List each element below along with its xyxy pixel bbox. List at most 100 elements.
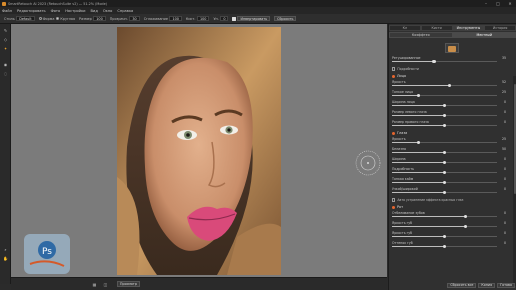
zoom-tool-icon[interactable]: ⌕ [2,246,9,252]
slider-knob[interactable] [442,190,447,195]
slider-track[interactable] [392,140,497,145]
slider-track[interactable] [392,59,497,64]
minimize-icon[interactable]: – [480,0,492,7]
slider-knob[interactable] [416,140,420,145]
grid-view-icon[interactable]: ▦ [91,281,98,287]
slider-track[interactable] [392,214,497,219]
lasso-tool-icon[interactable]: ◌ [2,70,9,76]
slider-value[interactable]: 0 [498,167,506,171]
slider-knob[interactable] [463,214,468,219]
slider-track[interactable] [392,160,497,165]
slider-knob[interactable] [416,93,420,98]
shape-option[interactable]: Форма Круглая [38,17,75,21]
slider-value[interactable]: 52 [498,80,506,84]
scrollbar-thumb[interactable] [513,84,516,194]
slider-knob[interactable] [442,160,447,165]
compare-view-icon[interactable]: ◫ [102,281,109,287]
slider-value[interactable]: 0 [498,187,506,191]
menu-settings[interactable]: Настройки [65,9,85,13]
section-header[interactable]: Лицо [392,73,506,79]
slider-knob[interactable] [442,123,447,128]
preview-button[interactable]: Просмотр [117,281,140,287]
slider-track[interactable] [392,180,497,185]
eraser-tool-icon[interactable]: ◇ [2,36,9,42]
slider-knob[interactable] [448,83,452,88]
invert-option[interactable]: Инвертировать [232,15,271,22]
slider-value[interactable]: 50 [498,147,506,151]
slider-track[interactable] [392,123,497,128]
slider-value[interactable]: 25 [498,90,506,94]
copy-button[interactable]: Копия [478,282,496,288]
slider-knob[interactable] [432,59,436,64]
done-button[interactable]: Готово [497,282,515,288]
size-input[interactable]: 100 [93,16,106,21]
invert-checkbox[interactable] [232,16,237,21]
eye-tool-icon[interactable]: ◉ [2,61,9,67]
slider-value[interactable]: 0 [498,221,506,225]
menu-view[interactable]: Вид [91,9,98,13]
selected-tool-icon[interactable] [445,43,459,53]
option-checkbox[interactable] [392,198,396,202]
style-option[interactable]: Стиль Default [4,16,35,21]
slider-knob[interactable] [442,170,447,175]
tab-tools[interactable]: Инструменты [452,25,485,31]
menu-edit[interactable]: Редактировать [17,9,46,13]
lev-input[interactable]: 0 [220,16,229,21]
slider-track[interactable] [392,170,497,175]
slider-track[interactable] [392,103,497,108]
checkbox-option[interactable]: Подробности [392,66,506,72]
checkbox-option[interactable]: Авто устранение эффекта красных глаз [392,197,506,203]
reset-all-button[interactable]: Сбросить все [447,282,477,288]
section-toggle-icon[interactable] [392,205,395,209]
slider-value[interactable]: 0 [498,157,506,161]
section-toggle-icon[interactable] [392,131,395,135]
slider-track[interactable] [392,83,497,88]
slider-value[interactable]: 0 [498,177,506,181]
subtab-global[interactable]: Коэффтея [389,32,453,38]
slider-knob[interactable] [442,180,447,185]
tab-layers[interactable]: Кл [389,25,421,31]
shape-radio-circle[interactable] [38,17,42,20]
slider-track[interactable] [392,190,497,195]
slider-value[interactable]: 0 [498,100,506,104]
reset-button[interactable]: Сбросить [274,15,297,22]
slider-knob[interactable] [442,234,447,239]
option-checkbox[interactable] [392,67,396,71]
slider-value[interactable]: 0 [498,110,506,114]
slider-value[interactable]: 0 [498,241,506,245]
slider-value[interactable]: 25 [498,137,506,141]
slider-track[interactable] [392,244,497,249]
tab-history[interactable]: История [484,25,516,31]
slider-track[interactable] [392,234,497,239]
menu-window[interactable]: Окно [103,9,113,13]
slider-knob[interactable] [442,150,447,155]
slider-knob[interactable] [463,224,468,229]
opacity-input[interactable]: 100 [196,16,210,21]
close-icon[interactable]: ✕ [504,0,516,7]
section-header[interactable]: Рот [392,204,506,210]
hardness-input[interactable]: 30 [129,16,140,21]
section-header[interactable]: Глаза [392,130,506,136]
tab-brushes[interactable]: Кисти [420,25,453,31]
color-brush-tool-icon[interactable]: ✦ [2,45,9,51]
hand-tool-icon[interactable]: ✋ [2,255,9,261]
section-toggle-icon[interactable] [392,74,395,78]
menu-help[interactable]: Справка [117,9,133,13]
subtab-local[interactable]: Местный [452,32,516,38]
style-select[interactable]: Default [16,16,35,21]
maximize-icon[interactable]: □ [492,0,504,7]
slider-track[interactable] [392,224,497,229]
slider-track[interactable] [392,113,497,118]
menu-photo[interactable]: Фото [51,9,61,13]
portrait-photo[interactable] [117,27,281,275]
slider-value[interactable]: 0 [498,120,506,124]
smooth-input[interactable]: 100 [169,16,182,21]
slider-track[interactable] [392,150,497,155]
slider-knob[interactable] [442,103,447,108]
menu-file[interactable]: Файл [2,9,12,13]
slider-value[interactable]: 0 [498,211,506,215]
slider-knob[interactable] [442,113,447,118]
slider-knob[interactable] [442,244,447,249]
slider-value[interactable]: 0 [498,231,506,235]
brush-tool-icon[interactable]: ✎ [2,27,9,33]
